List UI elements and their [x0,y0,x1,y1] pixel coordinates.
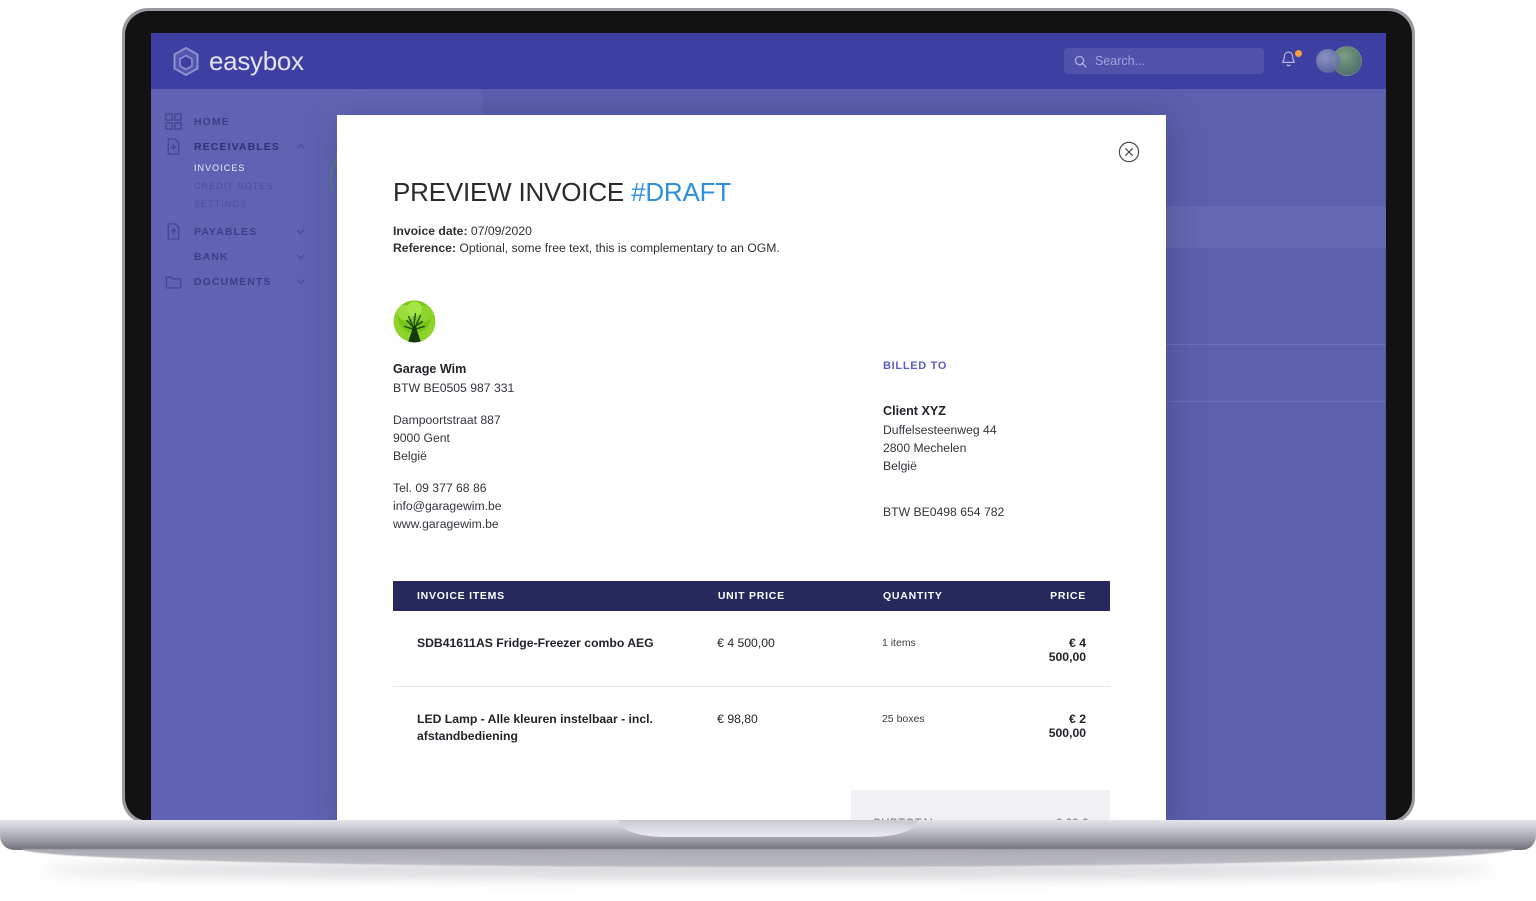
chevron-down-icon[interactable] [296,227,305,236]
sidebar-item-label: HOME [194,116,305,128]
modal-title-text: PREVIEW INVOICE [393,177,624,207]
spacer [883,489,1110,503]
laptop-base-notch [618,820,918,837]
recipient-country: België [883,457,1110,475]
invoice-date-label: Invoice date: [393,224,468,238]
content-divider [1146,344,1386,345]
laptop-shadow [40,862,1496,878]
sidebar-item-bank[interactable]: BANK [151,244,321,269]
brand[interactable]: easybox [173,46,304,77]
sidebar-item-invoices[interactable]: INVOICES [151,159,321,177]
billed-to-label: BILLED TO [883,360,1110,372]
sidebar-item-documents[interactable]: DOCUMENTS [151,269,321,294]
item-price: € 2 500,00 [1049,711,1110,740]
tree-logo [393,300,436,343]
sender-email: info@garagewim.be [393,497,883,515]
recipient-block: BILLED TO Client XYZ Duffelsesteenweg 44… [883,360,1110,533]
sender-vat: BTW BE0505 987 331 [393,379,883,397]
laptop-bezel: easybox Search... [125,11,1412,821]
brand-name: easybox [209,46,304,77]
sidebar-item-home[interactable]: HOME [151,109,321,134]
item-price: € 4 500,00 [1049,635,1110,664]
sender-name: Garage Wim [393,360,883,379]
user-menu[interactable] [1316,46,1362,76]
invoice-items-table: INVOICE ITEMS UNIT PRICE QUANTITY PRICE … [393,581,1110,768]
hexagon-logo-icon [173,47,199,76]
avatar-secondary [1316,49,1340,73]
sender-block: Garage Wim BTW BE0505 987 331 Dampoortst… [393,360,883,533]
sender-country: België [393,447,883,465]
search-placeholder: Search... [1095,54,1145,68]
invoice-date-row: Invoice date: 07/09/2020 [393,223,1110,240]
sidebar-item-label: BANK [194,251,284,263]
chevron-down-icon[interactable] [296,252,305,261]
screen: easybox Search... [151,33,1386,821]
folder-icon [165,273,182,290]
chevron-down-icon[interactable] [296,277,305,286]
sidebar-nav: HOME RECEIVABLES INVOI [151,89,321,294]
modal-body: PREVIEW INVOICE #DRAFT Invoice date: 07/… [337,115,1166,821]
recipient-street: Duffelsesteenweg 44 [883,421,1110,439]
sidebar-item-label: DOCUMENTS [194,276,284,288]
totals-box: SUBTOTAL 0,00 € Discount 0,00 € [851,790,1110,822]
sidebar-item-settings[interactable]: SETTINGS [151,195,321,213]
recipient-vat: BTW BE0498 654 782 [883,503,1110,521]
search-icon [1074,55,1087,68]
item-unit-price: € 4 500,00 [717,635,882,650]
column-header-quantity: QUANTITY [883,590,1050,602]
document-upload-icon [165,223,182,240]
column-header-unit-price: UNIT PRICE [718,590,883,602]
sender-website: www.garagewim.be [393,515,883,533]
column-header-items: INVOICE ITEMS [393,590,718,602]
reference-label: Reference: [393,241,456,255]
item-unit-price: € 98,80 [717,711,882,726]
sender-street: Dampoortstraat 887 [393,411,883,429]
item-quantity: 1 items [882,635,1049,649]
notification-badge-dot [1295,50,1302,57]
sender-city: 9000 Gent [393,429,883,447]
column-header-price: PRICE [1050,590,1110,602]
sidebar: HOME RECEIVABLES INVOI [151,89,321,821]
table-header-row: INVOICE ITEMS UNIT PRICE QUANTITY PRICE [393,581,1110,611]
sidebar-item-label: PAYABLES [194,226,284,238]
item-description: LED Lamp - Alle kleuren instelbaar - inc… [393,711,717,746]
laptop-frame: easybox Search... [122,8,1415,824]
screenshot-root: easybox Search... [0,0,1536,901]
content-card [1146,206,1386,248]
sidebar-item-credit-notes[interactable]: CREDIT NOTES [151,177,321,195]
sender-tel: Tel. 09 377 68 86 [393,479,883,497]
spacer [883,475,1110,489]
reference-value: Optional, some free text, this is comple… [459,241,779,255]
parties-section: Garage Wim BTW BE0505 987 331 Dampoortst… [393,360,1110,533]
sidebar-item-label: RECEIVABLES [194,141,284,153]
spacer [393,465,883,479]
status-badge: #DRAFT [631,177,731,207]
search-input[interactable]: Search... [1064,48,1264,74]
sidebar-item-payables[interactable]: PAYABLES [151,219,321,244]
close-circle-icon[interactable] [1118,141,1140,163]
reference-row: Reference: Optional, some free text, thi… [393,240,1110,257]
preview-invoice-modal: PREVIEW INVOICE #DRAFT Invoice date: 07/… [337,115,1166,821]
bank-icon [165,248,182,265]
item-description: SDB41611AS Fridge-Freezer combo AEG [393,635,717,653]
totals-section: SUBTOTAL 0,00 € Discount 0,00 € [393,790,1110,822]
modal-title: PREVIEW INVOICE #DRAFT [393,177,1110,208]
chevron-up-icon[interactable] [296,142,305,151]
app-topbar: easybox Search... [151,33,1386,89]
content-divider [1146,401,1386,402]
invoice-date-value: 07/09/2020 [471,224,532,238]
item-quantity: 25 boxes [882,711,1049,725]
notifications-button[interactable] [1280,50,1300,72]
grid-icon [165,113,182,130]
topbar-actions: Search... [1064,46,1362,76]
table-row: LED Lamp - Alle kleuren instelbaar - inc… [393,687,1110,768]
sidebar-item-receivables[interactable]: RECEIVABLES [151,134,321,159]
recipient-name: Client XYZ [883,402,1110,421]
document-download-icon [165,138,182,155]
recipient-city: 2800 Mechelen [883,439,1110,457]
spacer [393,397,883,411]
table-row: SDB41611AS Fridge-Freezer combo AEG € 4 … [393,611,1110,687]
